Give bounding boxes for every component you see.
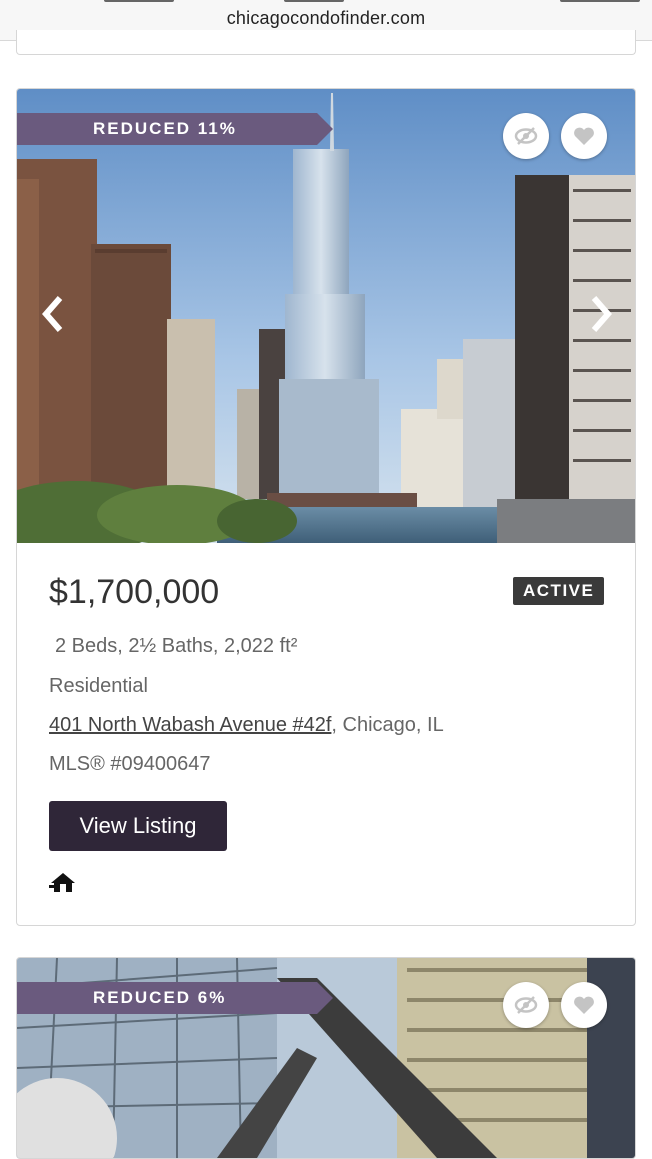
status-badge: ACTIVE — [513, 577, 605, 605]
favorite-button[interactable] — [561, 982, 607, 1028]
hide-listing-button[interactable] — [503, 113, 549, 159]
address-city: , Chicago, IL — [331, 714, 444, 736]
heart-icon — [574, 996, 594, 1014]
city-skyline-photo — [17, 89, 635, 543]
listing-address: 401 North Wabash Avenue #42f, Chicago, I… — [49, 714, 444, 737]
broker-reciprocity-icon — [49, 873, 75, 892]
listing-price: $1,700,000 — [49, 573, 220, 611]
previous-listing-card — [16, 30, 636, 55]
property-type: Residential — [49, 675, 148, 697]
hide-listing-button[interactable] — [503, 982, 549, 1028]
eye-slash-icon — [514, 996, 538, 1014]
mls-number: MLS® #09400647 — [49, 753, 211, 775]
favorite-button[interactable] — [561, 113, 607, 159]
address-link[interactable]: 401 North Wabash Avenue #42f — [49, 714, 331, 736]
eye-slash-icon — [514, 127, 538, 145]
status-bar-fragment — [560, 0, 640, 2]
view-listing-button[interactable]: View Listing — [49, 801, 227, 851]
chevron-left-icon — [42, 296, 63, 332]
listing-card: REDUCED 11% $1,700,000 ACTIVE 2 Beds, 2½… — [16, 88, 636, 926]
heart-icon — [574, 127, 594, 145]
reduced-price-ribbon: REDUCED 11% — [17, 113, 333, 145]
chevron-right-icon — [591, 296, 612, 332]
listing-details: 2 Beds, 2½ Baths, 2,022 ft² — [55, 635, 298, 657]
listing-photo[interactable] — [17, 89, 635, 543]
previous-photo-button[interactable] — [33, 289, 73, 339]
status-bar-fragment — [284, 0, 344, 2]
listing-card: REDUCED 6% — [16, 957, 636, 1159]
status-bar-fragment — [104, 0, 174, 2]
url-text[interactable]: chicagocondofinder.com — [0, 8, 652, 29]
reduced-price-ribbon: REDUCED 6% — [17, 982, 333, 1014]
next-photo-button[interactable] — [581, 289, 621, 339]
